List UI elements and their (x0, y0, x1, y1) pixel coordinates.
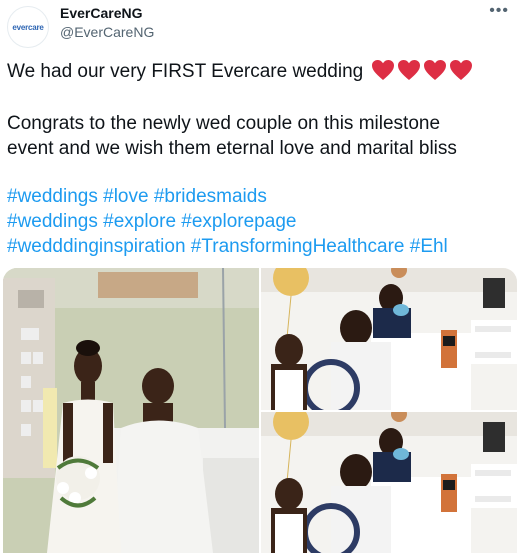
media-grid (3, 268, 517, 553)
hashtag-link[interactable]: #explore (103, 211, 176, 232)
tweet-text-paragraph-2: Congrats to the newly wed couple on this… (7, 111, 457, 161)
tweet-text: Congrats to the newly wed couple on this… (7, 113, 441, 134)
hashtag-link[interactable]: #weddings (7, 211, 98, 232)
tweet-text-line-1: We had our very FIRST Evercare wedding (7, 59, 473, 84)
more-horizontal-icon[interactable]: ••• (489, 2, 509, 20)
red-heart-emoji (423, 59, 447, 81)
wedding-signing-photo-2[interactable] (261, 412, 517, 553)
tweet: evercare EverCareNG @EverCareNG ••• We h… (0, 0, 519, 553)
hashtag-link[interactable]: #weddings (7, 186, 98, 207)
avatar-logo-text: evercare (12, 22, 44, 32)
hashtag-line: #wedddinginspiration #TransformingHealth… (7, 234, 448, 259)
red-heart-emoji (371, 59, 395, 81)
tweet-text: event and we wish them eternal love and … (7, 138, 457, 159)
hashtag-link[interactable]: #Ehl (410, 236, 448, 257)
couple-in-hospital-room-photo[interactable] (3, 268, 259, 553)
hashtag-link[interactable]: #wedddinginspiration (7, 236, 186, 257)
author-handle[interactable]: @EverCareNG (60, 24, 154, 40)
red-heart-emoji (449, 59, 473, 81)
hashtag-link[interactable]: #TransformingHealthcare (191, 236, 405, 257)
red-heart-emoji (397, 59, 421, 81)
hashtag-link[interactable]: #bridesmaids (154, 186, 267, 207)
avatar[interactable]: evercare (7, 6, 49, 48)
hashtag-line: #weddings #explore #explorepage (7, 209, 448, 234)
author-name[interactable]: EverCareNG (60, 5, 143, 21)
hashtag-line: #weddings #love #bridesmaids (7, 184, 448, 209)
hashtag-link[interactable]: #love (103, 186, 148, 207)
hashtag-link[interactable]: #explorepage (181, 211, 296, 232)
wedding-signing-photo-1[interactable] (261, 268, 517, 410)
tweet-text: We had our very FIRST Evercare wedding (7, 61, 364, 82)
hearts-emoji-group (371, 59, 473, 81)
hashtag-block: #weddings #love #bridesmaids #weddings #… (7, 184, 448, 259)
